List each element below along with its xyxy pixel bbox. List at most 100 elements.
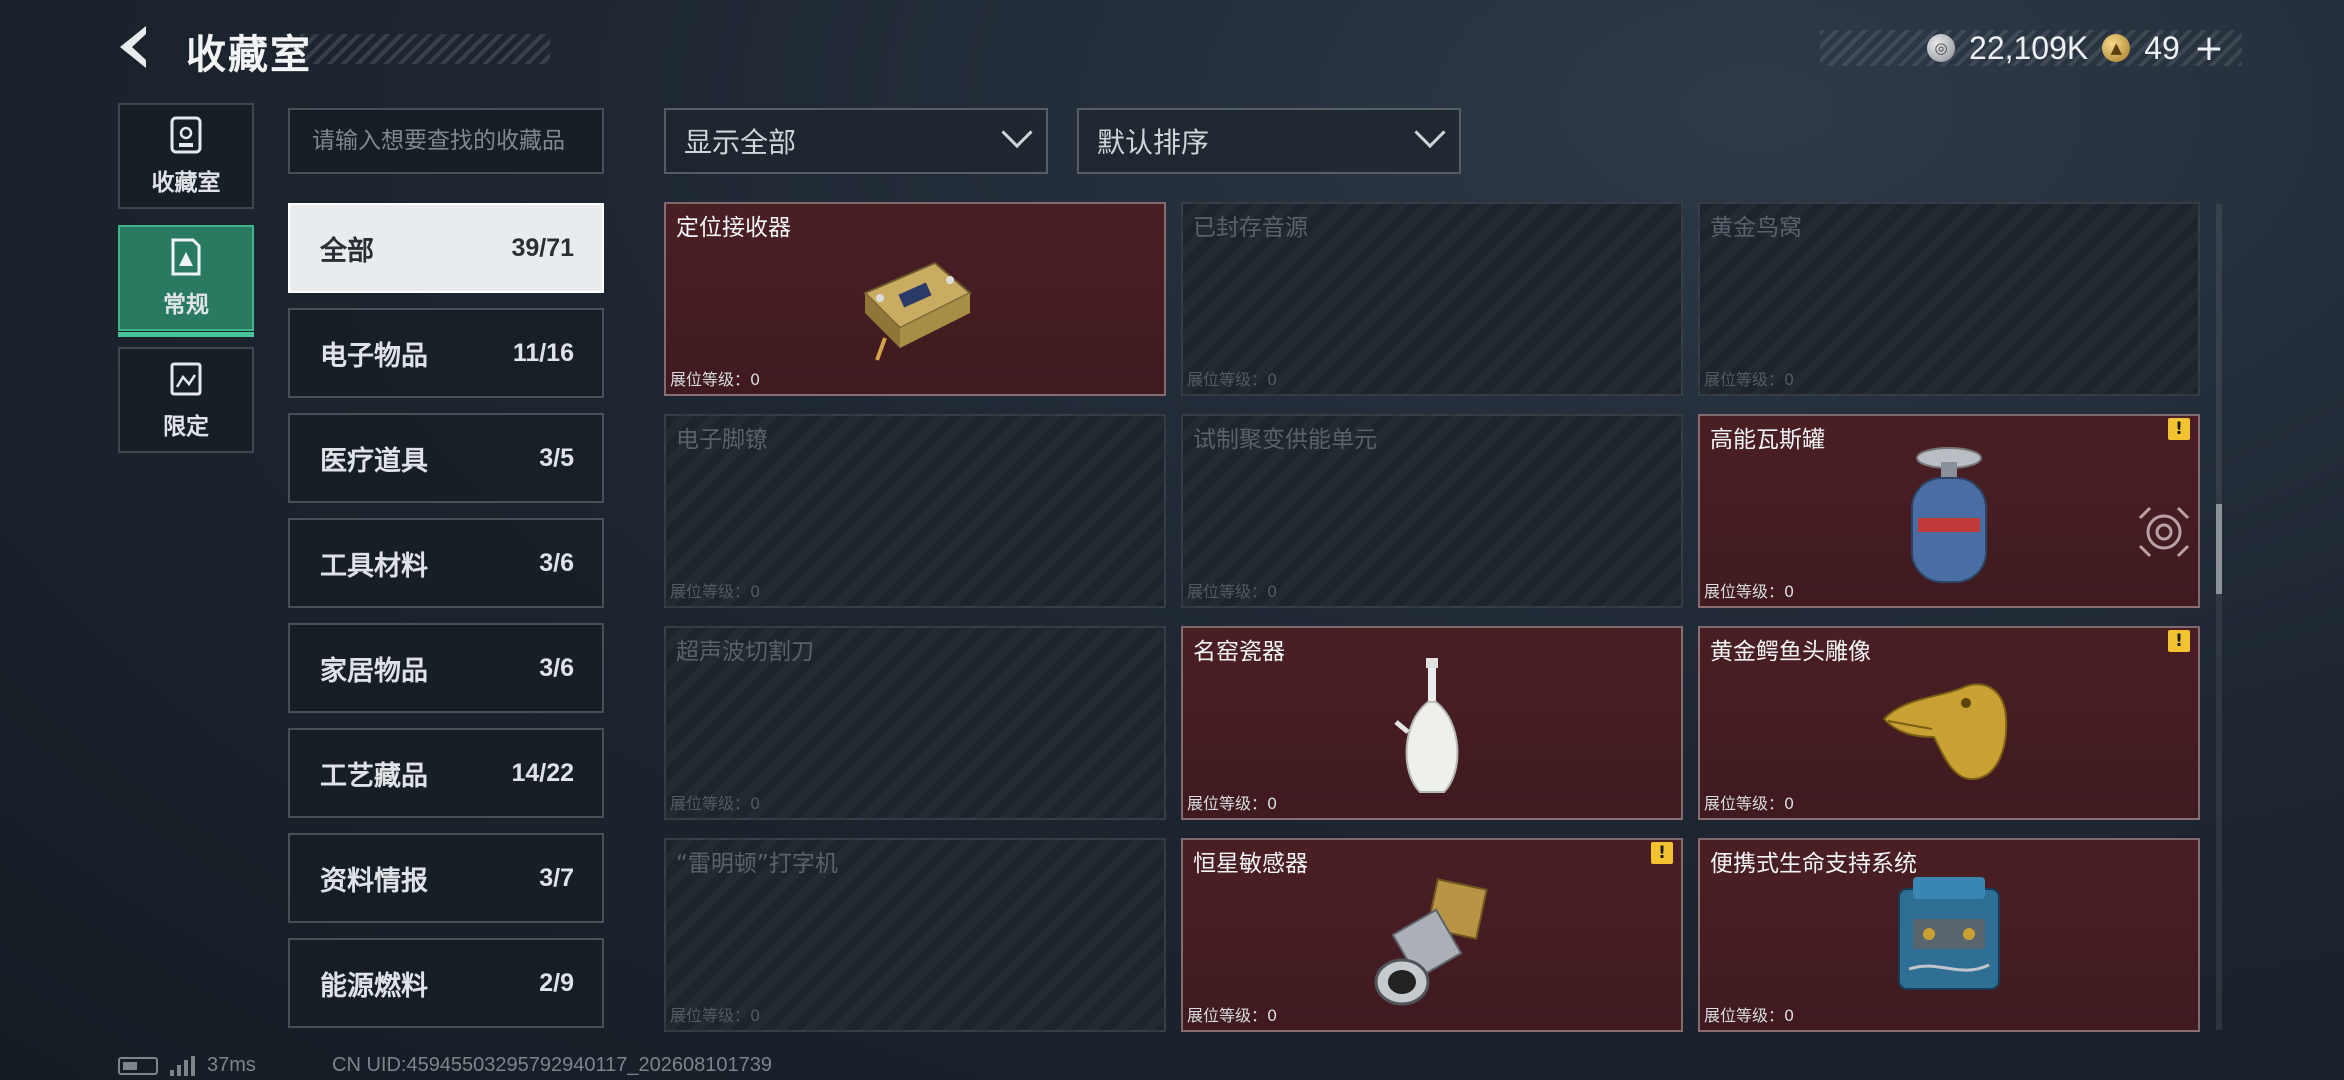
item-name: 已封存音源 — [1193, 215, 1308, 241]
gold-coin-amount: 49 — [2144, 29, 2180, 66]
user-uid: CN UID:45945503295792940117_202608101739 — [332, 1054, 773, 1076]
collection-card[interactable]: 黄金鸟窝 展位等级：0 — [1698, 202, 2200, 396]
category-name: 全部 — [320, 235, 374, 267]
category-name: 资料情报 — [320, 865, 428, 897]
collection-card[interactable]: 定位接收器 展位等级：0 — [664, 202, 1166, 396]
display-level: 展位等级：0 — [1187, 582, 1278, 601]
receiver-device-image — [863, 261, 972, 361]
collection-card[interactable]: 电子脚镣 展位等级：0 — [664, 414, 1166, 608]
category-count: 3/7 — [539, 863, 574, 892]
item-name: 黄金鳄鱼头雕像 — [1710, 639, 1871, 665]
display-level: 展位等级：0 — [670, 794, 761, 813]
display-level: 展位等级：0 — [670, 370, 761, 389]
category-name: 能源燃料 — [320, 970, 428, 1002]
category-electronics[interactable]: 电子物品 11/16 — [288, 308, 604, 398]
search-field[interactable] — [288, 108, 604, 174]
warning-icon: ! — [1651, 842, 1673, 864]
target-icon[interactable] — [2136, 504, 2192, 560]
status-bar: 37ms — [118, 1054, 256, 1077]
display-filter-value: 显示全部 — [684, 126, 797, 159]
scrollbar-track[interactable] — [2216, 204, 2222, 1030]
collection-card[interactable]: 高能瓦斯罐 ! 展位等级：0 — [1698, 414, 2200, 608]
side-tab-limited[interactable]: 限定 — [118, 347, 254, 453]
collection-card[interactable]: “雷明顿”打字机 展位等级：0 — [664, 838, 1166, 1032]
side-tab-label: 收藏室 — [151, 170, 221, 196]
warning-icon: ! — [2168, 418, 2190, 440]
display-level: 展位等级：0 — [1704, 1006, 1795, 1025]
category-fuel[interactable]: 能源燃料 2/9 — [288, 938, 604, 1028]
category-count: 14/22 — [511, 758, 574, 787]
category-name: 电子物品 — [320, 340, 428, 372]
add-currency-button[interactable]: + — [2194, 28, 2224, 69]
side-tab-label: 限定 — [163, 414, 209, 440]
display-filter-dropdown[interactable]: 显示全部 — [664, 108, 1048, 174]
warning-icon: ! — [2168, 630, 2190, 652]
category-name: 医疗道具 — [320, 445, 428, 477]
display-level: 展位等级：0 — [670, 1006, 761, 1025]
category-name: 工艺藏品 — [320, 760, 428, 792]
silver-coin-amount: 22,109K — [1969, 29, 2089, 66]
battery-icon — [118, 1056, 158, 1075]
collection-card[interactable]: 超声波切割刀 展位等级：0 — [664, 626, 1166, 820]
side-tab-regular[interactable]: 常规 — [118, 225, 254, 337]
item-name: 恒星敏感器 — [1193, 851, 1308, 877]
display-level: 展位等级：0 — [670, 582, 761, 601]
chevron-down-icon — [1414, 116, 1446, 149]
regular-icon — [171, 238, 201, 276]
category-count: 3/6 — [539, 653, 574, 682]
category-medical[interactable]: 医疗道具 3/5 — [288, 413, 604, 503]
ping-value: 37ms — [207, 1054, 256, 1076]
collection-card[interactable]: 便携式生命支持系统 展位等级：0 — [1698, 838, 2200, 1032]
life-support-system-image — [1898, 876, 2000, 990]
category-tools[interactable]: 工具材料 3/6 — [288, 518, 604, 608]
category-count: 39/71 — [511, 233, 574, 262]
gas-canister-image — [1911, 446, 1987, 583]
category-crafts[interactable]: 工艺藏品 14/22 — [288, 728, 604, 818]
sort-value: 默认排序 — [1097, 126, 1210, 159]
collection-card[interactable]: 已封存音源 展位等级：0 — [1181, 202, 1683, 396]
collection-room-icon — [170, 116, 202, 154]
signal-icon — [170, 1055, 195, 1076]
currency-bar: ◎ 22,109K ▲ 49 + — [1820, 28, 2242, 69]
item-name: “雷明顿”打字机 — [676, 851, 838, 877]
collection-card[interactable]: 名窑瓷器 展位等级：0 — [1181, 626, 1683, 820]
collection-grid: 定位接收器 展位等级：0 已封存音源 展位等级：0 黄金鸟窝 展位等级：0 电子… — [664, 202, 2200, 1032]
item-name: 电子脚镣 — [676, 427, 768, 453]
item-name: 试制聚变供能单元 — [1193, 427, 1377, 453]
star-sensor-image — [1374, 877, 1488, 1006]
category-count: 2/9 — [539, 968, 574, 997]
collection-card[interactable]: 恒星敏感器 ! 展位等级：0 — [1181, 838, 1683, 1032]
side-tab-label: 常规 — [163, 292, 209, 318]
display-level: 展位等级：0 — [1704, 370, 1795, 389]
sort-dropdown[interactable]: 默认排序 — [1077, 108, 1461, 174]
item-name: 名窑瓷器 — [1193, 639, 1285, 665]
chevron-down-icon — [1001, 116, 1033, 149]
category-household[interactable]: 家居物品 3/6 — [288, 623, 604, 713]
porcelain-vase-image — [1394, 657, 1459, 793]
category-all[interactable]: 全部 39/71 — [288, 203, 604, 293]
category-count: 11/16 — [512, 338, 574, 367]
silver-coin-icon: ◎ — [1927, 34, 1956, 62]
search-input[interactable] — [312, 128, 580, 154]
scrollbar-thumb[interactable] — [2216, 504, 2222, 594]
display-level: 展位等级：0 — [1704, 582, 1795, 601]
display-level: 展位等级：0 — [1187, 794, 1278, 813]
collection-card[interactable]: 黄金鳄鱼头雕像 ! 展位等级：0 — [1698, 626, 2200, 820]
display-level: 展位等级：0 — [1187, 370, 1278, 389]
title-decoration — [300, 34, 550, 64]
category-name: 家居物品 — [320, 655, 428, 687]
item-name: 超声波切割刀 — [676, 639, 814, 665]
golden-crocodile-statue-image — [1882, 683, 2008, 780]
back-arrow-icon[interactable] — [112, 22, 162, 72]
item-name: 高能瓦斯罐 — [1710, 427, 1825, 453]
limited-icon — [170, 362, 202, 396]
side-tab-collection-room[interactable]: 收藏室 — [118, 103, 254, 209]
item-name: 黄金鸟窝 — [1710, 215, 1802, 241]
display-level: 展位等级：0 — [1704, 794, 1795, 813]
page-title: 收藏室 — [186, 32, 312, 78]
category-intel[interactable]: 资料情报 3/7 — [288, 833, 604, 923]
collection-card[interactable]: 试制聚变供能单元 展位等级：0 — [1181, 414, 1683, 608]
item-name: 定位接收器 — [676, 215, 791, 241]
category-count: 3/5 — [539, 443, 574, 472]
category-count: 3/6 — [539, 548, 574, 577]
